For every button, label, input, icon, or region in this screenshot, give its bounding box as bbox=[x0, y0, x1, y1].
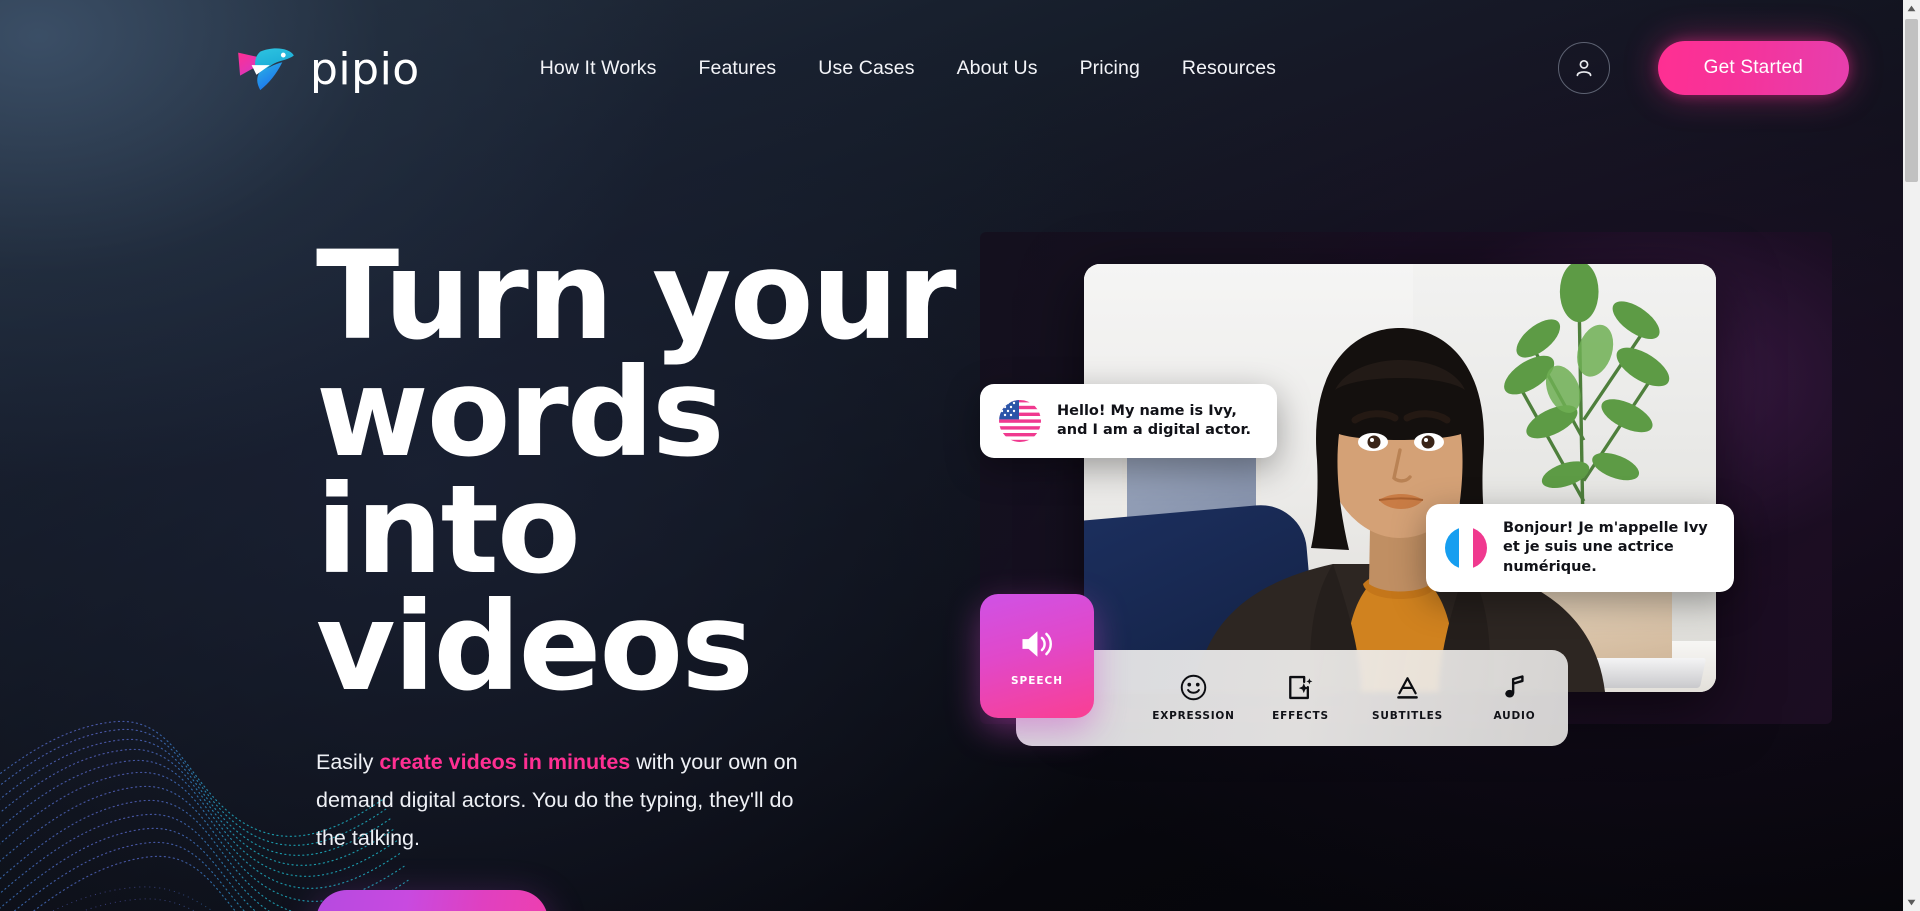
chevron-up-icon bbox=[1907, 5, 1916, 12]
hero-media-preview: Hello! My name is Ivy, and I am a digita… bbox=[980, 232, 1832, 746]
page-root: pipio How It Works Features Use Cases Ab… bbox=[0, 0, 1920, 911]
brand-logo[interactable]: pipio bbox=[236, 44, 420, 92]
tool-audio-label: AUDIO bbox=[1493, 710, 1536, 722]
subtitle-letter-a-icon bbox=[1397, 677, 1418, 699]
nav-item-use-cases[interactable]: Use Cases bbox=[818, 57, 914, 80]
digital-actor-avatar bbox=[1195, 328, 1605, 692]
scrollbar-thumb[interactable] bbox=[1905, 19, 1918, 182]
hero-title: Turn your words into videos bbox=[316, 225, 957, 719]
france-flag-icon bbox=[1445, 526, 1487, 569]
chevron-down-icon bbox=[1907, 899, 1916, 906]
speaker-volume-icon bbox=[1022, 631, 1052, 657]
hero-copy: Turn your words into videos Easily creat… bbox=[316, 225, 1016, 911]
tool-speech-label: SPEECH bbox=[1010, 675, 1064, 687]
nav-item-features[interactable]: Features bbox=[699, 57, 777, 80]
speech-bubble-french: Bonjour! Je m'appelle Ivy et je suis une… bbox=[1426, 504, 1734, 592]
speech-bubble-english-text: Hello! My name is Ivy, and I am a digita… bbox=[1057, 402, 1252, 438]
music-note-icon bbox=[1505, 675, 1524, 698]
hero-get-started-button[interactable]: Get Started ↗ bbox=[316, 889, 548, 911]
main-navigation: How It Works Features Use Cases About Us… bbox=[540, 57, 1276, 80]
site-header: pipio How It Works Features Use Cases Ab… bbox=[0, 0, 1903, 136]
hero-subtitle-lead: Easily bbox=[316, 750, 380, 775]
tool-audio[interactable]: AUDIO bbox=[1461, 674, 1568, 722]
scrollbar-down-arrow[interactable] bbox=[1903, 894, 1920, 911]
header-actions: Get Started bbox=[1557, 41, 1849, 95]
tool-effects-label: EFFECTS bbox=[1272, 710, 1329, 722]
smiley-face-icon bbox=[1180, 674, 1207, 701]
tool-expression-label: EXPRESSION bbox=[1152, 710, 1235, 722]
tool-expression[interactable]: EXPRESSION bbox=[1140, 674, 1247, 722]
header-get-started-button[interactable]: Get Started bbox=[1657, 41, 1849, 95]
hero-subtitle-accent: create videos in minutes bbox=[379, 750, 631, 775]
tool-subtitles[interactable]: SUBTITLES bbox=[1354, 674, 1461, 722]
nav-item-pricing[interactable]: Pricing bbox=[1080, 57, 1140, 80]
hummingbird-logo-icon bbox=[238, 48, 294, 91]
user-account-icon bbox=[1576, 59, 1592, 77]
hero-subtitle: Easily create videos in minutes with you… bbox=[316, 744, 816, 857]
sparkle-frame-icon bbox=[1289, 675, 1313, 700]
browser-scrollbar[interactable] bbox=[1903, 0, 1920, 911]
browser-viewport: pipio How It Works Features Use Cases Ab… bbox=[0, 0, 1903, 911]
scrollbar-up-arrow[interactable] bbox=[1903, 0, 1920, 17]
speech-bubble-french-text: Bonjour! Je m'appelle Ivy et je suis une… bbox=[1503, 520, 1708, 575]
speech-bubble-english: Hello! My name is Ivy, and I am a digita… bbox=[980, 384, 1278, 458]
editor-toolbar: EXPRESSION EFFECTS SUBTITLES AUDIO bbox=[1016, 650, 1568, 746]
tool-subtitles-label: SUBTITLES bbox=[1372, 710, 1443, 722]
nav-item-resources[interactable]: Resources bbox=[1182, 57, 1276, 80]
video-preview-card bbox=[1084, 264, 1716, 692]
brand-name: pipio bbox=[310, 44, 420, 95]
nav-item-how-it-works[interactable]: How It Works bbox=[540, 57, 657, 80]
nav-item-about-us[interactable]: About Us bbox=[957, 57, 1038, 80]
tool-effects[interactable]: EFFECTS bbox=[1247, 674, 1354, 722]
account-button[interactable] bbox=[1557, 42, 1610, 94]
hero-section: Turn your words into videos Easily creat… bbox=[0, 136, 1886, 911]
